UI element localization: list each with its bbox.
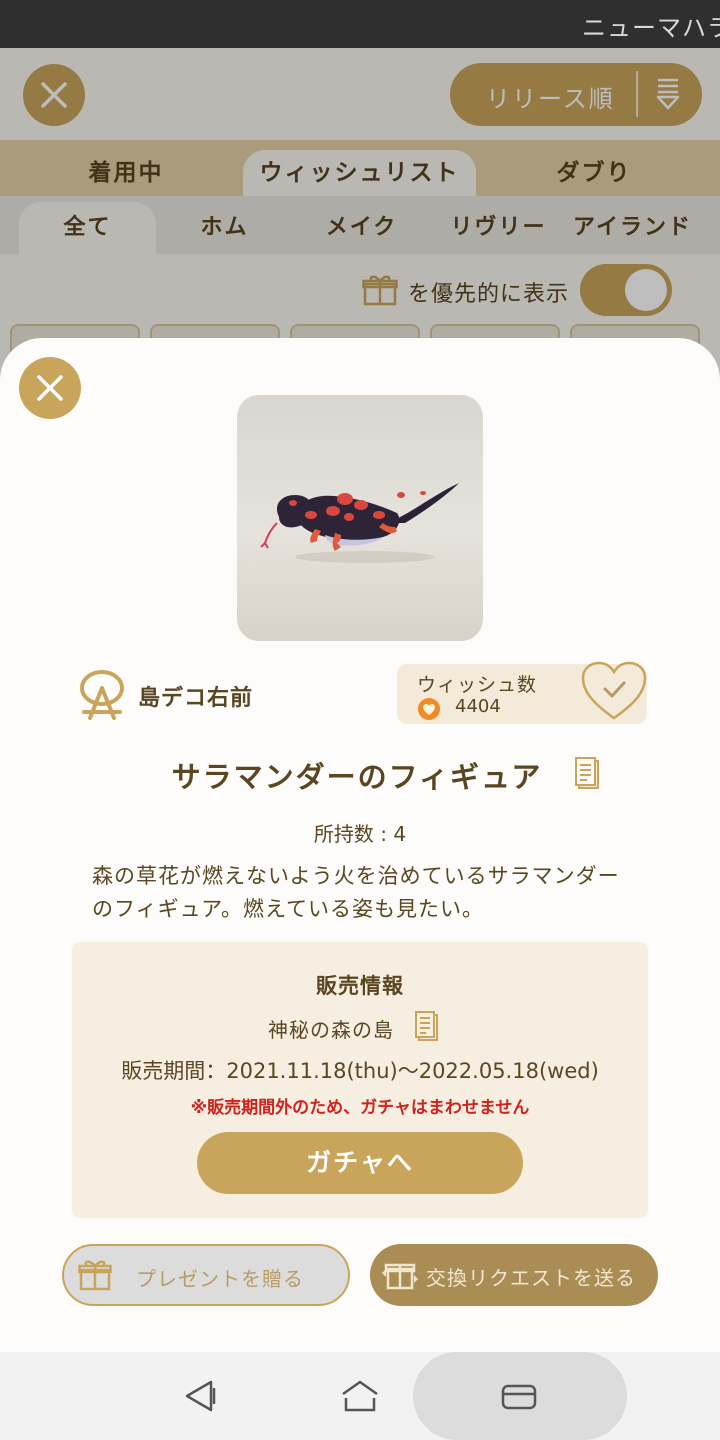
send-present-button[interactable]: プレゼントを贈る [62,1244,350,1306]
item-title-text: サラマンダーのフィギュア [171,760,543,794]
wish-count-label: ウィッシュ数 [417,674,538,696]
modal-close-button[interactable] [19,357,81,419]
status-bar-text: ニューマハラ [582,14,720,42]
document-icon[interactable] [574,756,600,790]
sale-warning: ※販売期間外のため、ガチャはまわせません [190,1098,530,1118]
salamander-figure-image [260,483,459,563]
recents-icon [501,1384,537,1410]
back-icon[interactable] [183,1378,217,1414]
wishlist-heart-icon[interactable] [580,660,648,722]
sale-period: 販売期間：2021.11.18(thu)〜2022.05.18(wed) [121,1059,599,1083]
item-category: 島デコ右前 [76,668,252,724]
sale-place: 神秘の森の島 [268,1018,394,1042]
send-present-label: プレゼントを贈る [136,1267,304,1291]
document-icon[interactable] [414,1010,440,1042]
system-nav-bar [0,1352,720,1440]
recents-highlight[interactable] [413,1352,627,1440]
exchange-request-button[interactable]: 交換リクエストを送る [370,1244,658,1306]
island-deco-icon [80,670,124,720]
wish-count-value: 4404 [455,696,501,717]
status-bar: ニューマハラ [0,0,720,48]
exchange-request-label: 交換リクエストを送る [426,1266,636,1290]
gift-icon [78,1260,112,1291]
heart-coin-icon [418,698,440,720]
close-icon [37,375,63,401]
item-image [237,395,483,641]
sale-info-heading: 販売情報 [316,974,404,998]
home-icon[interactable] [340,1378,380,1414]
item-description: 森の草花が燃えないよう火を治めているサラマンダーのフィギュア。燃えている姿も見た… [92,864,620,921]
sale-info-box: 販売情報 神秘の森の島 販売期間：2021.11.18(thu)〜2022.05… [72,942,648,1218]
item-category-label: 島デコ右前 [138,686,254,711]
exchange-gift-icon [382,1263,418,1290]
item-title: サラマンダーのフィギュア [0,754,720,796]
gacha-button[interactable]: ガチャへ [197,1132,523,1194]
owned-count: 所持数 : 4 [313,822,407,846]
item-detail-modal: 島デコ右前 ウィッシュ数 4404 サラマンダーのフィギュア 所持数 : 4 森… [0,338,720,1352]
